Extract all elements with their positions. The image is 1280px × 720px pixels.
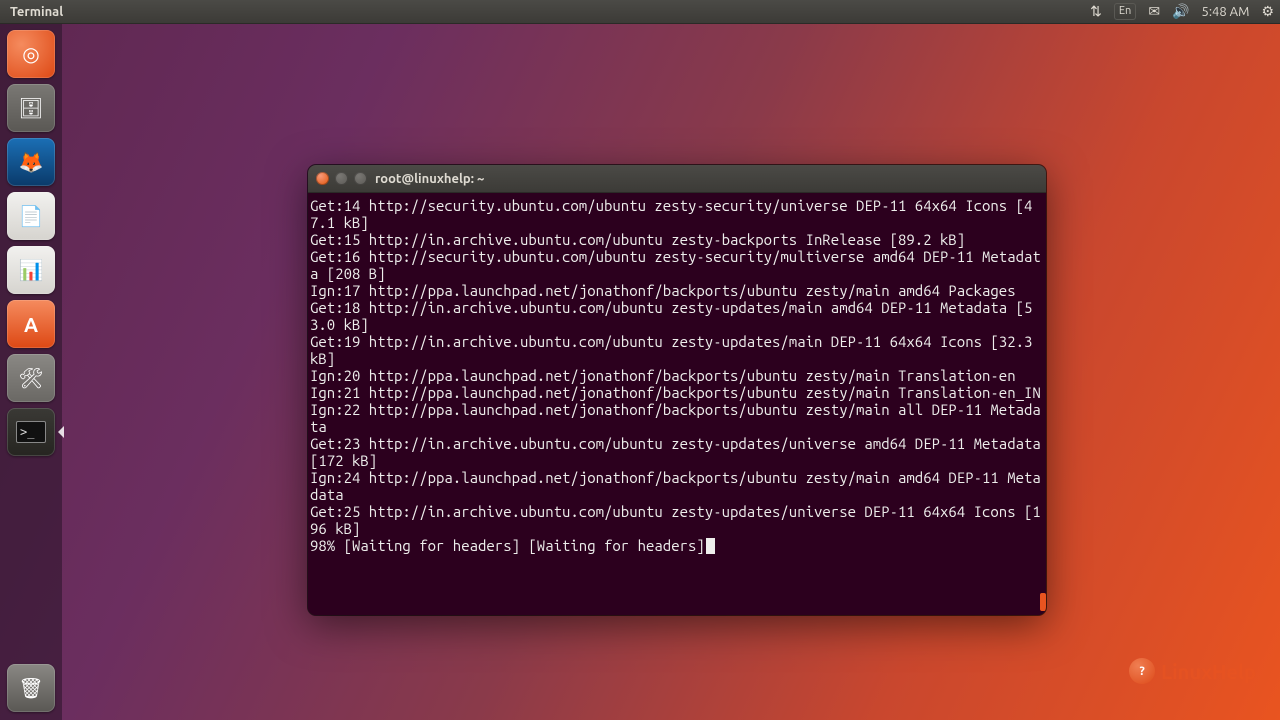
trash-icon: 🗑	[18, 676, 43, 700]
mail-indicator-icon[interactable]: ✉	[1148, 3, 1160, 20]
sound-indicator-icon[interactable]: 🔊	[1172, 3, 1189, 20]
libreoffice-impress-launcher[interactable]: 📊	[7, 246, 55, 294]
software-center-icon: A	[24, 313, 38, 336]
terminal-line: Get:23 http://in.archive.ubuntu.com/ubun…	[310, 435, 1046, 469]
active-app-title: Terminal	[10, 5, 63, 19]
window-title: root@linuxhelp: ~	[375, 172, 484, 186]
top-menu-bar: Terminal ⇅ En ✉ 🔊 5:48 AM ⚙	[0, 0, 1280, 24]
terminal-output[interactable]: Get:14 http://security.ubuntu.com/ubuntu…	[308, 193, 1046, 615]
terminal-line: Ign:17 http://ppa.launchpad.net/jonathon…	[310, 282, 1016, 299]
terminal-titlebar[interactable]: root@linuxhelp: ~	[308, 165, 1046, 193]
trash-launcher[interactable]: 🗑	[7, 664, 55, 712]
terminal-line: Ign:21 http://ppa.launchpad.net/jonathon…	[310, 384, 1041, 401]
desktop: Terminal ⇅ En ✉ 🔊 5:48 AM ⚙ ◎ 🗄 🦊 📄 📊 A …	[0, 0, 1280, 720]
unity-launcher: ◎ 🗄 🦊 📄 📊 A 🛠 >_ 🗑	[0, 24, 62, 720]
linuxhelp-watermark: ? LinuxHelp	[1129, 658, 1256, 684]
firefox-launcher[interactable]: 🦊	[7, 138, 55, 186]
maximize-button[interactable]	[354, 172, 367, 185]
terminal-line: Get:25 http://in.archive.ubuntu.com/ubun…	[310, 503, 1041, 537]
close-button[interactable]	[316, 172, 329, 185]
terminal-line: Ign:24 http://ppa.launchpad.net/jonathon…	[310, 469, 1041, 503]
terminal-line: Get:16 http://security.ubuntu.com/ubuntu…	[310, 248, 1041, 282]
terminal-cursor	[706, 538, 715, 554]
writer-icon: 📄	[19, 204, 44, 228]
window-controls	[316, 172, 367, 185]
ubuntu-logo-icon: ◎	[22, 42, 39, 66]
system-tray: ⇅ En ✉ 🔊 5:48 AM ⚙	[1090, 3, 1274, 20]
dash-home-button[interactable]: ◎	[7, 30, 55, 78]
terminal-launcher[interactable]: >_	[7, 408, 55, 456]
minimize-button[interactable]	[335, 172, 348, 185]
libreoffice-writer-launcher[interactable]: 📄	[7, 192, 55, 240]
terminal-line: Get:15 http://in.archive.ubuntu.com/ubun…	[310, 231, 965, 248]
terminal-icon: >_	[16, 421, 46, 443]
terminal-line: Get:18 http://in.archive.ubuntu.com/ubun…	[310, 299, 1032, 333]
session-indicator-icon[interactable]: ⚙	[1261, 3, 1274, 20]
system-settings-launcher[interactable]: 🛠	[7, 354, 55, 402]
settings-icon: 🛠	[18, 366, 43, 390]
watermark-text: LinuxHelp	[1161, 660, 1256, 683]
keyboard-layout-indicator[interactable]: En	[1114, 3, 1136, 20]
terminal-line: Get:19 http://in.archive.ubuntu.com/ubun…	[310, 333, 1041, 367]
terminal-line: Get:14 http://security.ubuntu.com/ubuntu…	[310, 197, 1032, 231]
terminal-line: Ign:22 http://ppa.launchpad.net/jonathon…	[310, 401, 1041, 435]
linuxhelp-logo-icon: ?	[1129, 658, 1155, 684]
terminal-window[interactable]: root@linuxhelp: ~ Get:14 http://security…	[308, 165, 1046, 615]
ubuntu-software-launcher[interactable]: A	[7, 300, 55, 348]
firefox-icon: 🦊	[19, 150, 44, 174]
scrollbar-thumb[interactable]	[1040, 593, 1046, 611]
impress-icon: 📊	[19, 258, 44, 282]
terminal-progress-line: 98% [Waiting for headers] [Waiting for h…	[310, 537, 705, 554]
terminal-line: Ign:20 http://ppa.launchpad.net/jonathon…	[310, 367, 1016, 384]
network-indicator-icon[interactable]: ⇅	[1090, 3, 1102, 20]
file-manager-icon: 🗄	[18, 96, 43, 120]
files-launcher[interactable]: 🗄	[7, 84, 55, 132]
clock[interactable]: 5:48 AM	[1202, 5, 1250, 19]
